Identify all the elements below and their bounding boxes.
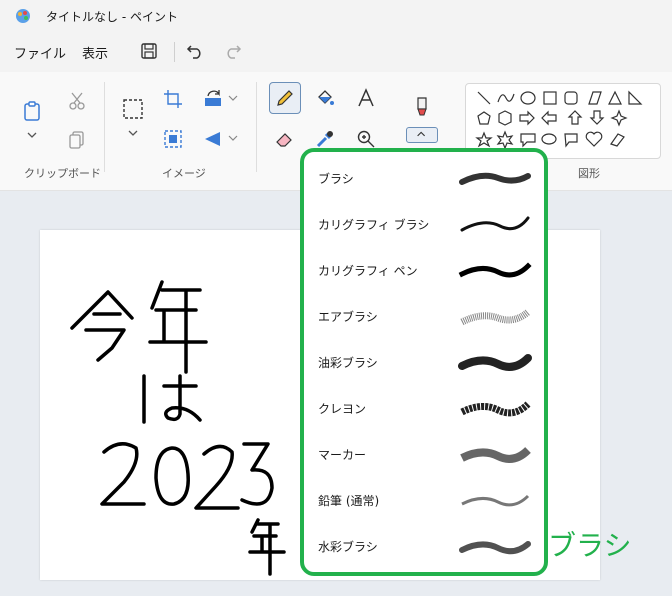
handwritten-drawing bbox=[70, 280, 286, 576]
select-icon[interactable] bbox=[122, 98, 144, 120]
select-dropdown-icon[interactable] bbox=[122, 128, 144, 140]
calligraphy-pen-stroke-icon bbox=[458, 262, 532, 278]
clipboard-group-label: クリップボード bbox=[24, 167, 101, 180]
undo-icon[interactable] bbox=[186, 42, 204, 60]
resize-icon[interactable] bbox=[162, 128, 184, 150]
brushes-dropdown-menu: ブラシカリグラフィ ブラシ カリグラフィ ペン エアブラシ油彩ブラシクレヨンマーカー… bbox=[300, 148, 548, 576]
copy-icon[interactable] bbox=[66, 128, 88, 150]
paste-dropdown-icon[interactable] bbox=[21, 130, 43, 142]
brush-option-label: ブラシ bbox=[318, 172, 354, 186]
menu-bar: ファイル 表示 bbox=[0, 34, 672, 70]
pencil-stroke-icon bbox=[461, 494, 530, 507]
brush-option-label: カリグラフィ ブラシ bbox=[318, 218, 430, 232]
calligraphy-brush-stroke-icon bbox=[460, 216, 530, 232]
crayon-stroke-icon bbox=[460, 401, 531, 417]
brush-option-7[interactable]: マーカー bbox=[304, 432, 544, 478]
marker-stroke-icon bbox=[460, 447, 531, 463]
brush-option-label: 油彩ブラシ bbox=[318, 356, 378, 370]
brush-option-label: カリグラフィ ペン bbox=[318, 264, 418, 278]
rotate-dropdown-icon[interactable] bbox=[226, 91, 240, 105]
airbrush-stroke-icon bbox=[460, 309, 531, 326]
paste-icon[interactable] bbox=[21, 100, 43, 122]
brush-option-label: マーカー bbox=[318, 448, 367, 462]
brush-option-8[interactable]: 鉛筆 (通常) bbox=[304, 478, 544, 524]
fill-icon[interactable] bbox=[314, 87, 336, 109]
chevron-up-icon bbox=[417, 131, 426, 137]
brush-option-3[interactable]: カリグラフィ ペン bbox=[304, 248, 544, 294]
rotate-icon[interactable] bbox=[202, 88, 224, 110]
crop-icon[interactable] bbox=[162, 88, 184, 110]
paint-app-icon bbox=[16, 9, 30, 23]
brush-stroke-icon bbox=[459, 172, 531, 185]
flip-dropdown-icon[interactable] bbox=[226, 131, 240, 145]
brushes-icon[interactable] bbox=[411, 96, 433, 118]
title-bar: タイトルなし - ペイント bbox=[0, 0, 672, 32]
pencil-icon[interactable] bbox=[274, 87, 296, 109]
ribbon-separator bbox=[104, 82, 105, 172]
brush-option-2[interactable]: カリグラフィ ブラシ bbox=[304, 202, 544, 248]
oil-brush-stroke-icon bbox=[458, 354, 532, 371]
brush-option-5[interactable]: 油彩ブラシ bbox=[304, 340, 544, 386]
save-icon[interactable] bbox=[140, 42, 158, 60]
color-picker-icon[interactable] bbox=[314, 128, 336, 150]
brush-option-label: 鉛筆 (通常) bbox=[318, 494, 380, 508]
redo-icon[interactable] bbox=[224, 42, 242, 60]
brush-option-label: クレヨン bbox=[318, 402, 367, 416]
brush-option-9[interactable]: 水彩ブラシ bbox=[304, 524, 544, 570]
ribbon-separator bbox=[256, 82, 257, 172]
brush-option-label: エアブラシ bbox=[318, 310, 378, 324]
window-title: タイトルなし - ペイント bbox=[46, 10, 178, 24]
magnifier-icon[interactable] bbox=[355, 128, 377, 150]
annotation-label: ブラシ bbox=[548, 529, 632, 562]
cut-icon[interactable] bbox=[66, 90, 88, 112]
brush-option-4[interactable]: エアブラシ bbox=[304, 294, 544, 340]
flip-icon[interactable] bbox=[202, 128, 224, 150]
menu-file[interactable]: ファイル bbox=[14, 43, 66, 62]
eraser-icon[interactable] bbox=[274, 128, 296, 150]
menu-view[interactable]: 表示 bbox=[82, 43, 108, 62]
image-group-label: イメージ bbox=[162, 167, 206, 180]
brush-option-1[interactable]: ブラシ bbox=[304, 156, 544, 202]
brushes-dropdown-button[interactable] bbox=[406, 127, 438, 143]
watercolor-stroke-icon bbox=[459, 541, 531, 555]
shapes-group-label: 図形 bbox=[578, 167, 600, 180]
menu-separator bbox=[174, 42, 175, 62]
brush-option-6[interactable]: クレヨン bbox=[304, 386, 544, 432]
brush-option-label: 水彩ブラシ bbox=[318, 540, 378, 554]
text-icon[interactable] bbox=[355, 87, 377, 109]
